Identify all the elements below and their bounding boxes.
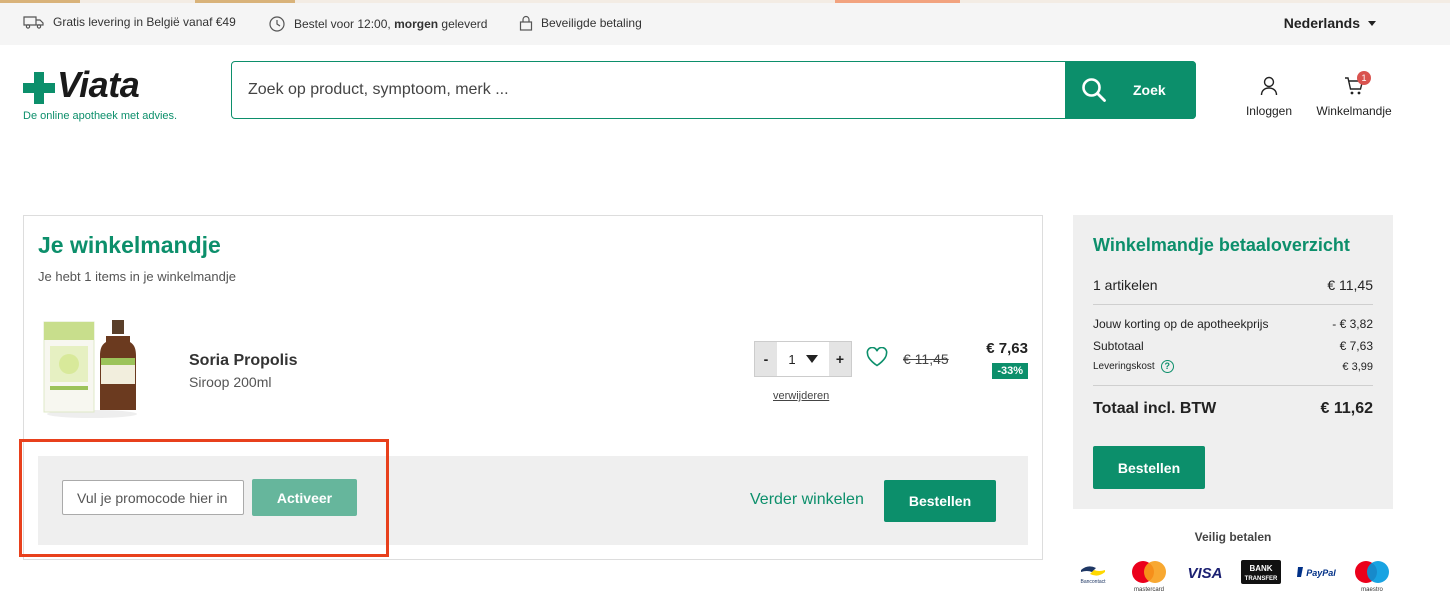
- sale-price: € 7,63: [986, 340, 1028, 357]
- svg-text:mastercard: mastercard: [1134, 587, 1164, 593]
- search-input[interactable]: [232, 62, 1064, 117]
- summary-discount-label: Jouw korting op de apotheekprijs: [1093, 317, 1269, 331]
- cart-button[interactable]: 1 Winkelmandje: [1313, 71, 1395, 118]
- original-price: € 11,45: [903, 351, 949, 367]
- remove-item-link[interactable]: verwijderen: [773, 390, 829, 402]
- chevron-down-icon: [1368, 20, 1376, 26]
- summary-title: Winkelmandje betaaloverzicht: [1093, 235, 1350, 255]
- product-image[interactable]: [42, 314, 142, 419]
- summary-delivery-row: Leveringskost? € 3,99: [1093, 360, 1373, 373]
- svg-text:BANK: BANK: [1249, 564, 1272, 573]
- summary-subtotal-label: Subtotaal: [1093, 339, 1144, 353]
- cart-panel: Je winkelmandje Je hebt 1 items in je wi…: [23, 215, 1043, 560]
- help-icon[interactable]: ?: [1160, 360, 1174, 373]
- login-label: Inloggen: [1245, 104, 1293, 118]
- mastercard-logo: mastercard: [1132, 561, 1166, 593]
- promo-actions-bar: Activeer Verder winkelen Bestellen: [38, 456, 1028, 545]
- logo-tagline: De online apotheek met advies.: [23, 110, 178, 122]
- truck-icon: [23, 16, 44, 29]
- bancontact-logo: Bancontact: [1080, 566, 1106, 585]
- summary-delivery-label: Leveringskost?: [1093, 360, 1174, 373]
- summary-articles-row: 1 artikelen € 11,45: [1093, 277, 1373, 293]
- search-button-label: Zoek: [1133, 81, 1166, 98]
- logo-wordmark: Viata: [57, 64, 140, 105]
- order-button[interactable]: Bestellen: [884, 480, 996, 522]
- quantity-decrease-button[interactable]: -: [755, 342, 777, 376]
- visa-logo: VISA: [1187, 565, 1222, 582]
- usp-bar: Gratis levering in België vanaf €49 Best…: [0, 3, 1450, 45]
- search-button[interactable]: Zoek: [1065, 60, 1196, 119]
- svg-text:TRANSFER: TRANSFER: [1245, 576, 1278, 582]
- cart-item-count-text: Je hebt 1 items in je winkelmandje: [38, 269, 236, 284]
- triangle-down-icon: [805, 355, 818, 363]
- summary-total-value: € 11,62: [1320, 400, 1374, 417]
- usp-free-delivery: Gratis levering in België vanaf €49: [23, 15, 236, 29]
- usp-free-delivery-text: Gratis levering in België vanaf €49: [53, 15, 236, 29]
- quantity-value: 1: [788, 351, 796, 367]
- cart-count-badge: 1: [1357, 71, 1371, 85]
- usp-secure-payment: Beveiligde betaling: [519, 15, 642, 31]
- svg-text:PayPal: PayPal: [1306, 568, 1336, 578]
- maestro-logo: maestro: [1355, 561, 1389, 593]
- search-bar: Zoek: [231, 60, 1196, 119]
- quantity-increase-button[interactable]: +: [829, 342, 851, 376]
- summary-total-row: Totaal incl. BTW € 11,62: [1093, 400, 1373, 418]
- green-cross-icon: [23, 72, 55, 104]
- product-variant: Siroop 200ml: [189, 374, 272, 390]
- quantity-stepper: - 1 +: [754, 341, 852, 377]
- divider: [1093, 385, 1373, 386]
- summary-discount-row: Jouw korting op de apotheekprijs - € 3,8…: [1093, 317, 1373, 331]
- summary-order-button[interactable]: Bestellen: [1093, 446, 1205, 489]
- quantity-select[interactable]: 1: [777, 342, 829, 376]
- secure-payment-title: Veilig betalen: [1194, 530, 1272, 544]
- page-title: Je winkelmandje: [38, 232, 221, 258]
- svg-text:VISA: VISA: [1187, 565, 1222, 582]
- summary-articles-value: € 11,45: [1327, 277, 1373, 293]
- discount-badge: -33%: [992, 363, 1028, 379]
- continue-shopping-link[interactable]: Verder winkelen: [750, 491, 864, 509]
- cart-label: Winkelmandje: [1316, 104, 1392, 118]
- svg-text:Bancontact: Bancontact: [1080, 579, 1106, 585]
- usp-next-day: Bestel voor 12:00, morgen geleverd: [268, 15, 487, 33]
- order-summary-panel: Winkelmandje betaaloverzicht 1 artikelen…: [1073, 215, 1393, 509]
- bank-transfer-logo: BANK TRANSFER: [1241, 560, 1281, 584]
- summary-total-label: Totaal incl. BTW: [1093, 400, 1217, 417]
- heart-icon[interactable]: [866, 347, 888, 367]
- summary-subtotal-value: € 7,63: [1339, 339, 1373, 353]
- activate-promo-button[interactable]: Activeer: [252, 479, 357, 516]
- clock-icon: [269, 16, 285, 32]
- usp-next-day-text: Bestel voor 12:00, morgen geleverd: [294, 17, 488, 31]
- summary-discount-value: - € 3,82: [1332, 317, 1373, 331]
- summary-subtotal-row: Subtotaal € 7,63: [1093, 339, 1373, 353]
- payment-logos: Bancontact mastercard VISA BANK TRANSFER…: [1078, 558, 1398, 598]
- user-icon: [1260, 76, 1278, 96]
- language-label: Nederlands: [1283, 15, 1360, 31]
- summary-delivery-value: € 3,99: [1342, 360, 1373, 373]
- login-button[interactable]: Inloggen: [1243, 76, 1295, 118]
- usp-secure-payment-text: Beveiligde betaling: [541, 16, 642, 30]
- promo-code-input[interactable]: [62, 480, 244, 515]
- language-selector[interactable]: Nederlands: [1284, 15, 1376, 31]
- paypal-logo: PayPal: [1297, 567, 1336, 578]
- summary-articles-label: 1 artikelen: [1093, 277, 1158, 293]
- divider: [1093, 304, 1373, 305]
- viata-logo[interactable]: Viata De online apotheek met advies.: [23, 64, 203, 130]
- svg-text:maestro: maestro: [1361, 587, 1383, 593]
- lock-icon: [519, 15, 533, 31]
- product-name[interactable]: Soria Propolis: [189, 352, 297, 370]
- search-icon: [1082, 77, 1106, 102]
